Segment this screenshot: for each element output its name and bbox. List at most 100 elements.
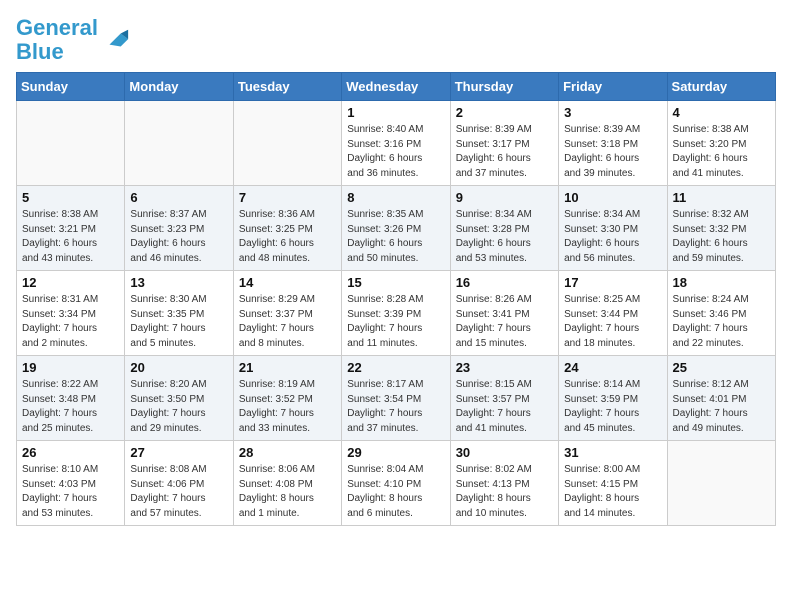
col-header-thursday: Thursday	[450, 73, 558, 101]
calendar-day-cell: 3Sunrise: 8:39 AM Sunset: 3:18 PM Daylig…	[559, 101, 667, 186]
logo-icon	[102, 26, 130, 54]
calendar-day-cell: 16Sunrise: 8:26 AM Sunset: 3:41 PM Dayli…	[450, 271, 558, 356]
day-number: 19	[22, 360, 119, 375]
day-info: Sunrise: 8:36 AM Sunset: 3:25 PM Dayligh…	[239, 208, 336, 266]
day-number: 11	[673, 190, 770, 205]
calendar-day-cell	[667, 441, 775, 526]
calendar-day-cell: 23 Sunrise: 8:15 AM Sunset: 3:57 PM Dayli…	[450, 356, 558, 441]
day-info: Sunrise: 8:17 AM Sunset: 3:54 PM Dayligh…	[347, 378, 444, 436]
calendar-day-cell	[17, 101, 125, 186]
day-number: 2	[456, 105, 553, 120]
calendar-day-cell: 30Sunrise: 8:02 AM Sunset: 4:13 PM Dayli…	[450, 441, 558, 526]
day-number: 15	[347, 275, 444, 290]
day-number: 28	[239, 445, 336, 460]
calendar-day-cell: 8 Sunrise: 8:35 AM Sunset: 3:26 PM Daylig…	[342, 186, 450, 271]
day-info: Sunrise: 8:37 AM Sunset: 3:23 PM Dayligh…	[130, 208, 227, 266]
day-number: 7	[239, 190, 336, 205]
logo-text: GeneralBlue	[16, 16, 98, 64]
calendar-day-cell: 26 Sunrise: 8:10 AM Sunset: 4:03 PM Dayli…	[17, 441, 125, 526]
day-info: Sunrise: 8:20 AM Sunset: 3:50 PM Dayligh…	[130, 378, 227, 436]
page-header: GeneralBlue	[16, 16, 776, 64]
day-number: 9	[456, 190, 553, 205]
day-info: Sunrise: 8:39 AM Sunset: 3:17 PM Dayligh…	[456, 123, 553, 181]
day-number: 10	[564, 190, 661, 205]
logo: GeneralBlue	[16, 16, 130, 64]
calendar-day-cell: 5 Sunrise: 8:38 AM Sunset: 3:21 PM Daylig…	[17, 186, 125, 271]
day-number: 14	[239, 275, 336, 290]
day-number: 29	[347, 445, 444, 460]
day-number: 22	[347, 360, 444, 375]
day-number: 12	[22, 275, 119, 290]
day-number: 18	[673, 275, 770, 290]
calendar-header-row: SundayMondayTuesdayWednesdayThursdayFrid…	[17, 73, 776, 101]
calendar-day-cell: 9 Sunrise: 8:34 AM Sunset: 3:28 PM Daylig…	[450, 186, 558, 271]
calendar-day-cell: 14 Sunrise: 8:29 AM Sunset: 3:37 PM Dayli…	[233, 271, 341, 356]
calendar-day-cell: 15 Sunrise: 8:28 AM Sunset: 3:39 PM Dayli…	[342, 271, 450, 356]
day-info: Sunrise: 8:00 AM Sunset: 4:15 PM Dayligh…	[564, 463, 661, 521]
day-number: 23	[456, 360, 553, 375]
day-info: Sunrise: 8:29 AM Sunset: 3:37 PM Dayligh…	[239, 293, 336, 351]
day-number: 27	[130, 445, 227, 460]
calendar-day-cell: 28 Sunrise: 8:06 AM Sunset: 4:08 PM Dayli…	[233, 441, 341, 526]
day-number: 25	[673, 360, 770, 375]
calendar-day-cell: 29 Sunrise: 8:04 AM Sunset: 4:10 PM Dayli…	[342, 441, 450, 526]
calendar-day-cell: 19 Sunrise: 8:22 AM Sunset: 3:48 PM Dayli…	[17, 356, 125, 441]
day-info: Sunrise: 8:06 AM Sunset: 4:08 PM Dayligh…	[239, 463, 336, 521]
calendar-day-cell: 24Sunrise: 8:14 AM Sunset: 3:59 PM Dayli…	[559, 356, 667, 441]
calendar-day-cell: 6 Sunrise: 8:37 AM Sunset: 3:23 PM Daylig…	[125, 186, 233, 271]
col-header-wednesday: Wednesday	[342, 73, 450, 101]
day-number: 5	[22, 190, 119, 205]
day-info: Sunrise: 8:35 AM Sunset: 3:26 PM Dayligh…	[347, 208, 444, 266]
day-info: Sunrise: 8:08 AM Sunset: 4:06 PM Dayligh…	[130, 463, 227, 521]
day-info: Sunrise: 8:24 AM Sunset: 3:46 PM Dayligh…	[673, 293, 770, 351]
day-info: Sunrise: 8:19 AM Sunset: 3:52 PM Dayligh…	[239, 378, 336, 436]
day-info: Sunrise: 8:15 AM Sunset: 3:57 PM Dayligh…	[456, 378, 553, 436]
calendar-day-cell: 1 Sunrise: 8:40 AM Sunset: 3:16 PM Daylig…	[342, 101, 450, 186]
col-header-friday: Friday	[559, 73, 667, 101]
calendar-table: SundayMondayTuesdayWednesdayThursdayFrid…	[16, 72, 776, 526]
day-number: 8	[347, 190, 444, 205]
calendar-day-cell: 11 Sunrise: 8:32 AM Sunset: 3:32 PM Dayli…	[667, 186, 775, 271]
day-info: Sunrise: 8:25 AM Sunset: 3:44 PM Dayligh…	[564, 293, 661, 351]
day-number: 21	[239, 360, 336, 375]
day-info: Sunrise: 8:04 AM Sunset: 4:10 PM Dayligh…	[347, 463, 444, 521]
day-info: Sunrise: 8:10 AM Sunset: 4:03 PM Dayligh…	[22, 463, 119, 521]
calendar-day-cell: 13 Sunrise: 8:30 AM Sunset: 3:35 PM Dayli…	[125, 271, 233, 356]
calendar-week-row: 1 Sunrise: 8:40 AM Sunset: 3:16 PM Daylig…	[17, 101, 776, 186]
day-info: Sunrise: 8:12 AM Sunset: 4:01 PM Dayligh…	[673, 378, 770, 436]
calendar-day-cell: 10 Sunrise: 8:34 AM Sunset: 3:30 PM Dayli…	[559, 186, 667, 271]
calendar-day-cell: 25 Sunrise: 8:12 AM Sunset: 4:01 PM Dayli…	[667, 356, 775, 441]
calendar-day-cell: 2 Sunrise: 8:39 AM Sunset: 3:17 PM Daylig…	[450, 101, 558, 186]
calendar-day-cell: 27 Sunrise: 8:08 AM Sunset: 4:06 PM Dayli…	[125, 441, 233, 526]
day-info: Sunrise: 8:28 AM Sunset: 3:39 PM Dayligh…	[347, 293, 444, 351]
day-info: Sunrise: 8:38 AM Sunset: 3:21 PM Dayligh…	[22, 208, 119, 266]
day-number: 13	[130, 275, 227, 290]
day-info: Sunrise: 8:40 AM Sunset: 3:16 PM Dayligh…	[347, 123, 444, 181]
col-header-monday: Monday	[125, 73, 233, 101]
calendar-week-row: 19 Sunrise: 8:22 AM Sunset: 3:48 PM Dayli…	[17, 356, 776, 441]
calendar-day-cell: 12 Sunrise: 8:31 AM Sunset: 3:34 PM Dayli…	[17, 271, 125, 356]
day-info: Sunrise: 8:32 AM Sunset: 3:32 PM Dayligh…	[673, 208, 770, 266]
calendar-day-cell	[233, 101, 341, 186]
day-info: Sunrise: 8:34 AM Sunset: 3:30 PM Dayligh…	[564, 208, 661, 266]
calendar-day-cell: 4 Sunrise: 8:38 AM Sunset: 3:20 PM Daylig…	[667, 101, 775, 186]
day-info: Sunrise: 8:22 AM Sunset: 3:48 PM Dayligh…	[22, 378, 119, 436]
day-info: Sunrise: 8:39 AM Sunset: 3:18 PM Dayligh…	[564, 123, 661, 181]
day-number: 6	[130, 190, 227, 205]
day-number: 26	[22, 445, 119, 460]
col-header-sunday: Sunday	[17, 73, 125, 101]
day-number: 20	[130, 360, 227, 375]
calendar-day-cell: 22 Sunrise: 8:17 AM Sunset: 3:54 PM Dayli…	[342, 356, 450, 441]
day-info: Sunrise: 8:31 AM Sunset: 3:34 PM Dayligh…	[22, 293, 119, 351]
day-info: Sunrise: 8:38 AM Sunset: 3:20 PM Dayligh…	[673, 123, 770, 181]
day-info: Sunrise: 8:02 AM Sunset: 4:13 PM Dayligh…	[456, 463, 553, 521]
day-info: Sunrise: 8:30 AM Sunset: 3:35 PM Dayligh…	[130, 293, 227, 351]
calendar-day-cell	[125, 101, 233, 186]
calendar-day-cell: 18 Sunrise: 8:24 AM Sunset: 3:46 PM Dayli…	[667, 271, 775, 356]
day-number: 16	[456, 275, 553, 290]
day-info: Sunrise: 8:34 AM Sunset: 3:28 PM Dayligh…	[456, 208, 553, 266]
day-number: 4	[673, 105, 770, 120]
day-number: 1	[347, 105, 444, 120]
day-info: Sunrise: 8:14 AM Sunset: 3:59 PM Dayligh…	[564, 378, 661, 436]
calendar-day-cell: 31Sunrise: 8:00 AM Sunset: 4:15 PM Dayli…	[559, 441, 667, 526]
